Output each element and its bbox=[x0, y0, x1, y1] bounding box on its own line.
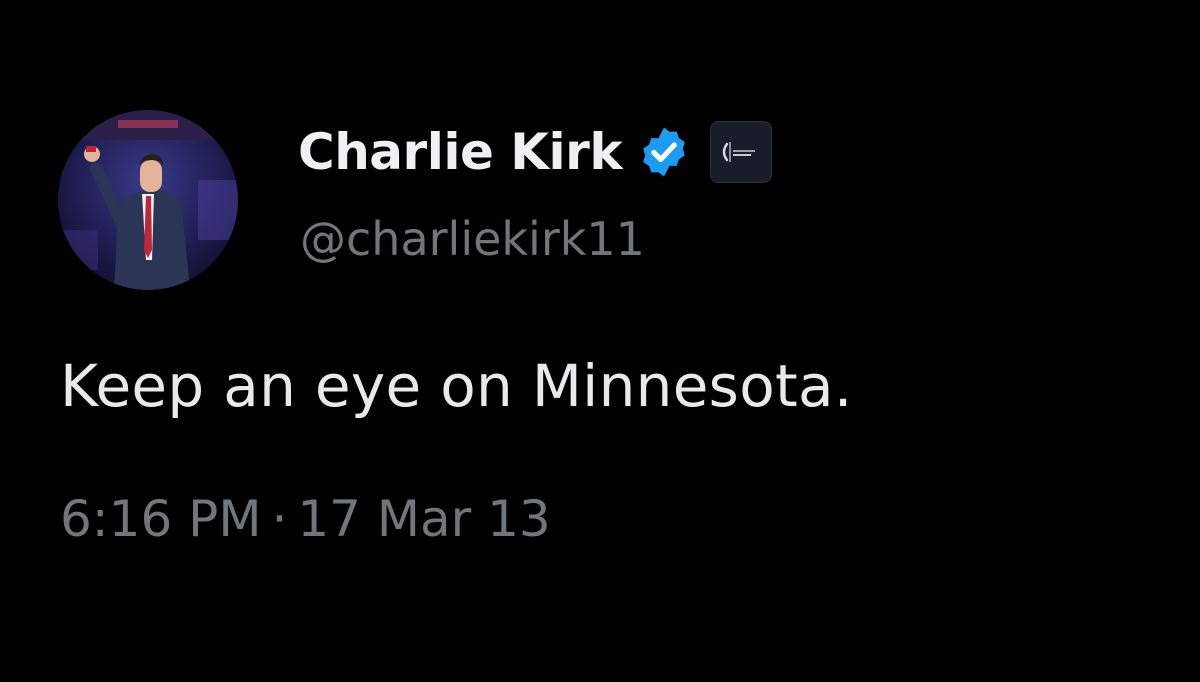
tweet-card: Charlie Kirk @charliekirk11 Keep an eye … bbox=[0, 0, 1200, 682]
tweet-body-text: Keep an eye on Minnesota. bbox=[60, 352, 853, 420]
author-display-name[interactable]: Charlie Kirk bbox=[298, 123, 623, 181]
author-avatar[interactable] bbox=[58, 110, 238, 290]
avatar-image bbox=[58, 110, 238, 290]
author-handle[interactable]: @charliekirk11 bbox=[300, 212, 645, 266]
timestamp-separator: · bbox=[271, 490, 288, 548]
tweet-timestamp[interactable]: 6:16 PM · 17 Mar 13 bbox=[60, 490, 551, 548]
verified-badge-icon[interactable] bbox=[636, 124, 692, 180]
author-name-row: Charlie Kirk bbox=[298, 112, 773, 192]
tweet-date: 17 Mar 13 bbox=[297, 490, 551, 548]
organization-badge-icon[interactable] bbox=[710, 121, 773, 183]
tweet-time: 6:16 PM bbox=[60, 490, 262, 548]
